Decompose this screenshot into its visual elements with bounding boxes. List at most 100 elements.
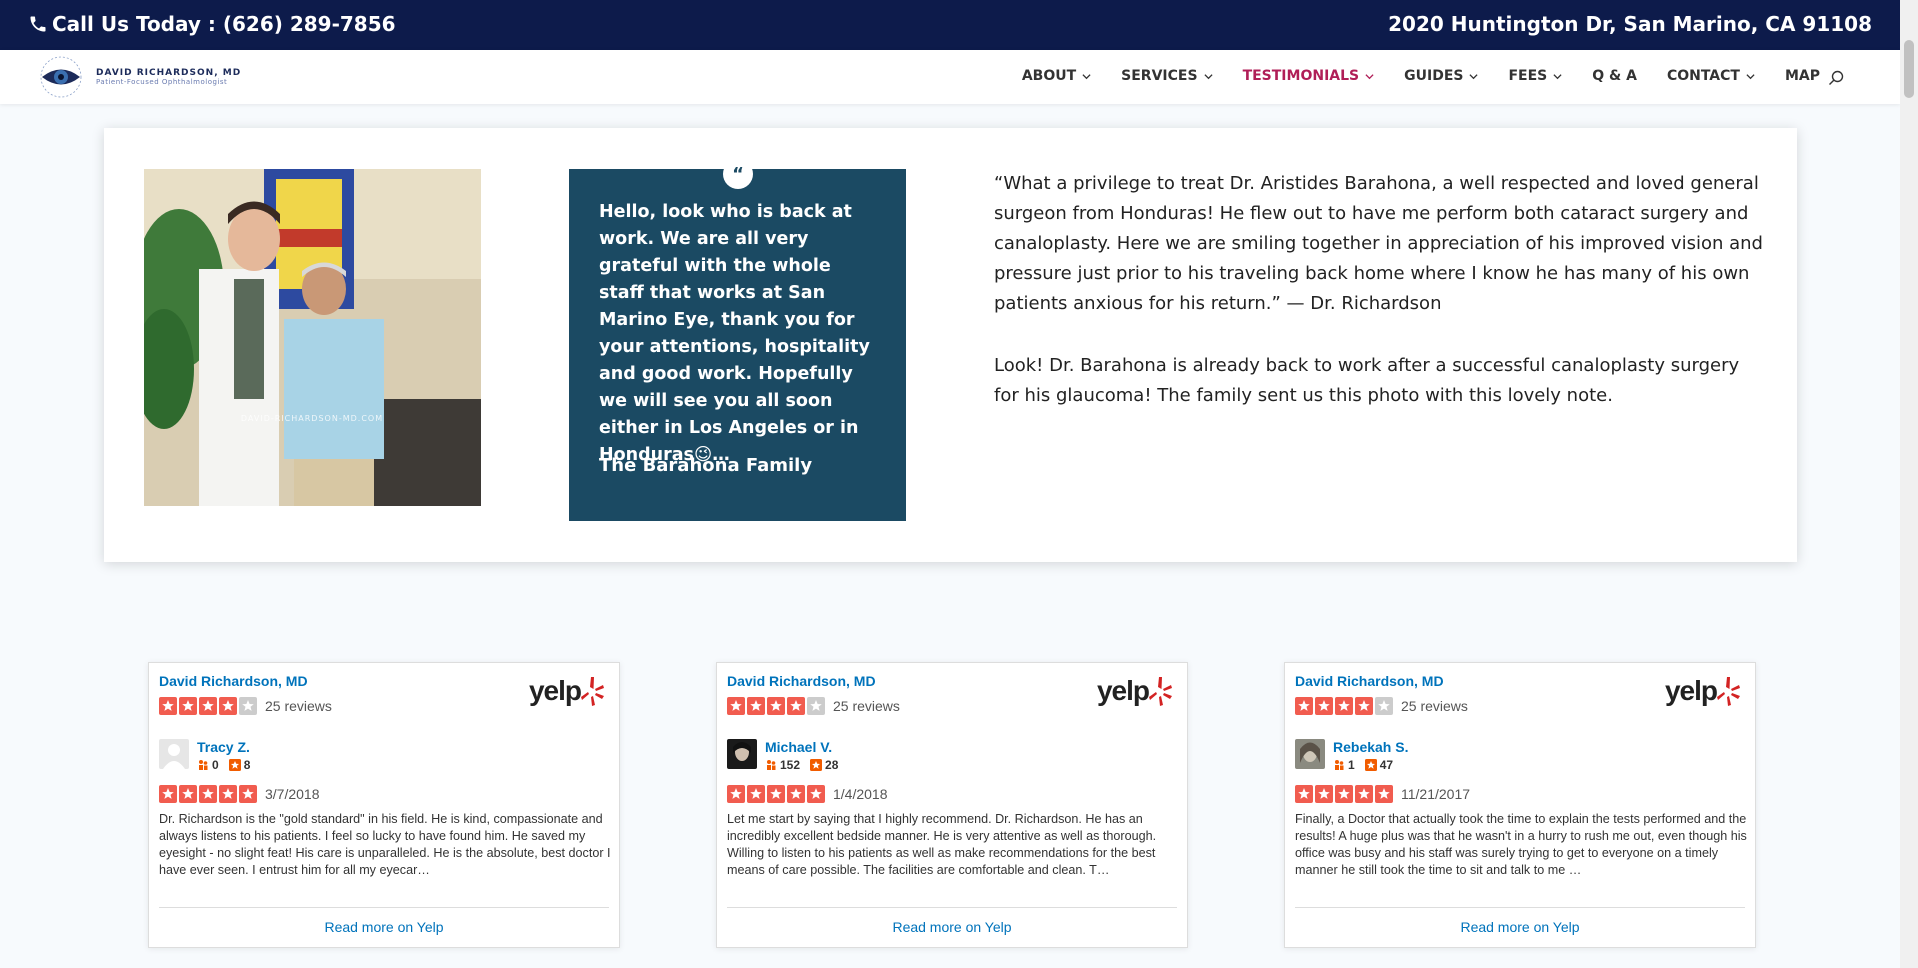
reviewer-info: Michael V. 152 28 (727, 739, 838, 772)
yelp-logo[interactable]: yelp (529, 675, 605, 707)
photo-watermark: DAVID-RICHARDSON-MD.COM (241, 414, 383, 423)
friends-icon (1335, 760, 1344, 770)
star-icon (239, 697, 257, 715)
nav-label: MAP (1784, 68, 1820, 84)
nav-item-about[interactable]: ABOUT (1022, 68, 1091, 84)
nav-menu: ABOUT SERVICES TESTIMONIALS GUIDES FEES … (1022, 68, 1820, 84)
reviewer-stats: 08 (197, 758, 250, 772)
yelp-burst-icon (1149, 677, 1172, 706)
avatar[interactable] (159, 739, 189, 769)
chevron-down-icon (1553, 73, 1562, 79)
star-icon (219, 785, 237, 803)
reviewer-stats: 152 28 (765, 758, 838, 772)
nav-item-fees[interactable]: FEES (1508, 68, 1562, 84)
nav-item-contact[interactable]: CONTACT (1667, 68, 1755, 84)
business-rating: 25 reviews (1295, 697, 1468, 715)
yelp-burst-icon (581, 677, 604, 706)
review-text: Finally, a Doctor that actually took the… (1295, 812, 1747, 877)
divider (727, 907, 1177, 908)
testimonial-card: DAVID-RICHARDSON-MD.COM “ Hello, look wh… (104, 128, 1797, 562)
reviews-icon (810, 759, 823, 771)
star-icon (747, 697, 765, 715)
review-rating: 11/21/2017 (1295, 785, 1470, 803)
star-icon (727, 785, 745, 803)
nav-item-testimonials[interactable]: TESTIMONIALS (1243, 68, 1375, 84)
reviewer-name[interactable]: Michael V. (765, 739, 838, 755)
star-icon (179, 785, 197, 803)
review-text: Dr. Richardson is the "gold standard" in… (159, 812, 611, 877)
star-icon (1375, 697, 1393, 715)
review-date: 11/21/2017 (1401, 786, 1471, 802)
read-more-link[interactable]: Read more on Yelp (717, 919, 1187, 935)
nav-item-map[interactable]: MAP (1785, 68, 1820, 84)
star-icon (1355, 697, 1373, 715)
logo-text: DAVID RICHARDSON, MD Patient-Focused Oph… (96, 68, 241, 86)
phone-icon (30, 16, 46, 32)
nav-item-guides[interactable]: GUIDES (1404, 68, 1479, 84)
phone-text: Call Us Today : (626) 289-7856 (52, 12, 396, 36)
scrollbar-thumb[interactable] (1904, 40, 1914, 98)
chevron-down-icon (1203, 73, 1213, 79)
reviews-icon (228, 759, 241, 771)
reviewer-name[interactable]: Tracy Z. (197, 739, 250, 755)
review-rating: 3/7/2018 (159, 785, 320, 803)
nav-label: ABOUT (1021, 68, 1077, 84)
star-icon (1355, 785, 1373, 803)
yelp-logo-text: yelp (1664, 675, 1718, 706)
star-icon (767, 697, 785, 715)
star-icon (1375, 785, 1393, 803)
top-bar: Call Us Today : (626) 289-7856 2020 Hunt… (0, 0, 1900, 50)
chevron-down-icon (1082, 73, 1091, 79)
yelp-logo-text: yelp (1096, 675, 1150, 706)
nav-label: FEES (1508, 68, 1548, 84)
divider (159, 907, 609, 908)
phone-link[interactable]: Call Us Today : (626) 289-7856 (28, 12, 396, 36)
nav-label: TESTIMONIALS (1242, 68, 1360, 84)
yelp-logo-text: yelp (528, 675, 582, 706)
site-logo[interactable]: DAVID RICHARDSON, MD Patient-Focused Oph… (32, 54, 241, 100)
quote-icon: “ (723, 159, 753, 189)
review-date: 3/7/2018 (265, 786, 320, 802)
star-icon (159, 785, 177, 803)
nav-item-services[interactable]: SERVICES (1121, 68, 1213, 84)
yelp-logo[interactable]: yelp (1665, 675, 1741, 707)
star-icon (1295, 697, 1313, 715)
read-more-link[interactable]: Read more on Yelp (149, 919, 619, 935)
avatar[interactable] (1295, 739, 1325, 769)
chevron-down-icon (1365, 73, 1374, 79)
testimonial-quote-box: “ Hello, look who is back at work. We ar… (569, 159, 906, 521)
star-icon (727, 697, 745, 715)
reviewer-stats: 1 47 (1333, 758, 1408, 772)
star-icon (1335, 785, 1353, 803)
star-icon (747, 785, 765, 803)
reviewer-name[interactable]: Rebekah S. (1333, 739, 1408, 755)
review-count: 25 reviews (265, 698, 332, 714)
search-icon[interactable] (1828, 70, 1844, 86)
star-icon (807, 785, 825, 803)
star-icon (159, 697, 177, 715)
avatar[interactable] (727, 739, 757, 769)
yelp-review-widget: David Richardson, MD 25 reviews yelp Michae… (716, 662, 1188, 948)
eye-logo-icon (32, 54, 90, 100)
review-date: 1/4/2018 (833, 786, 888, 802)
review-text: Let me start by saying that I highly rec… (727, 812, 1157, 877)
nav-label: SERVICES (1121, 68, 1198, 84)
star-icon (239, 785, 257, 803)
reviewer-info: Tracy Z. 0 8 (159, 739, 250, 772)
yelp-business-name[interactable]: David Richardson, MD (727, 673, 876, 689)
star-icon (807, 697, 825, 715)
yelp-logo[interactable]: yelp (1097, 675, 1173, 707)
yelp-business-name[interactable]: David Richardson, MD (159, 673, 308, 689)
star-icon (219, 697, 237, 715)
description-paragraph-2: Look! Dr. Barahona is already back to wo… (994, 355, 1740, 406)
scrollbar[interactable] (1900, 0, 1918, 968)
business-rating: 25 reviews (727, 697, 900, 715)
business-rating: 25 reviews (159, 697, 332, 715)
star-icon (1335, 697, 1353, 715)
review-count: 25 reviews (833, 698, 900, 714)
nav-item-qa[interactable]: Q & A (1592, 68, 1637, 84)
yelp-business-name[interactable]: David Richardson, MD (1295, 673, 1444, 689)
read-more-link[interactable]: Read more on Yelp (1285, 919, 1755, 935)
friends-count: 1 (1348, 758, 1355, 772)
star-icon (199, 785, 217, 803)
